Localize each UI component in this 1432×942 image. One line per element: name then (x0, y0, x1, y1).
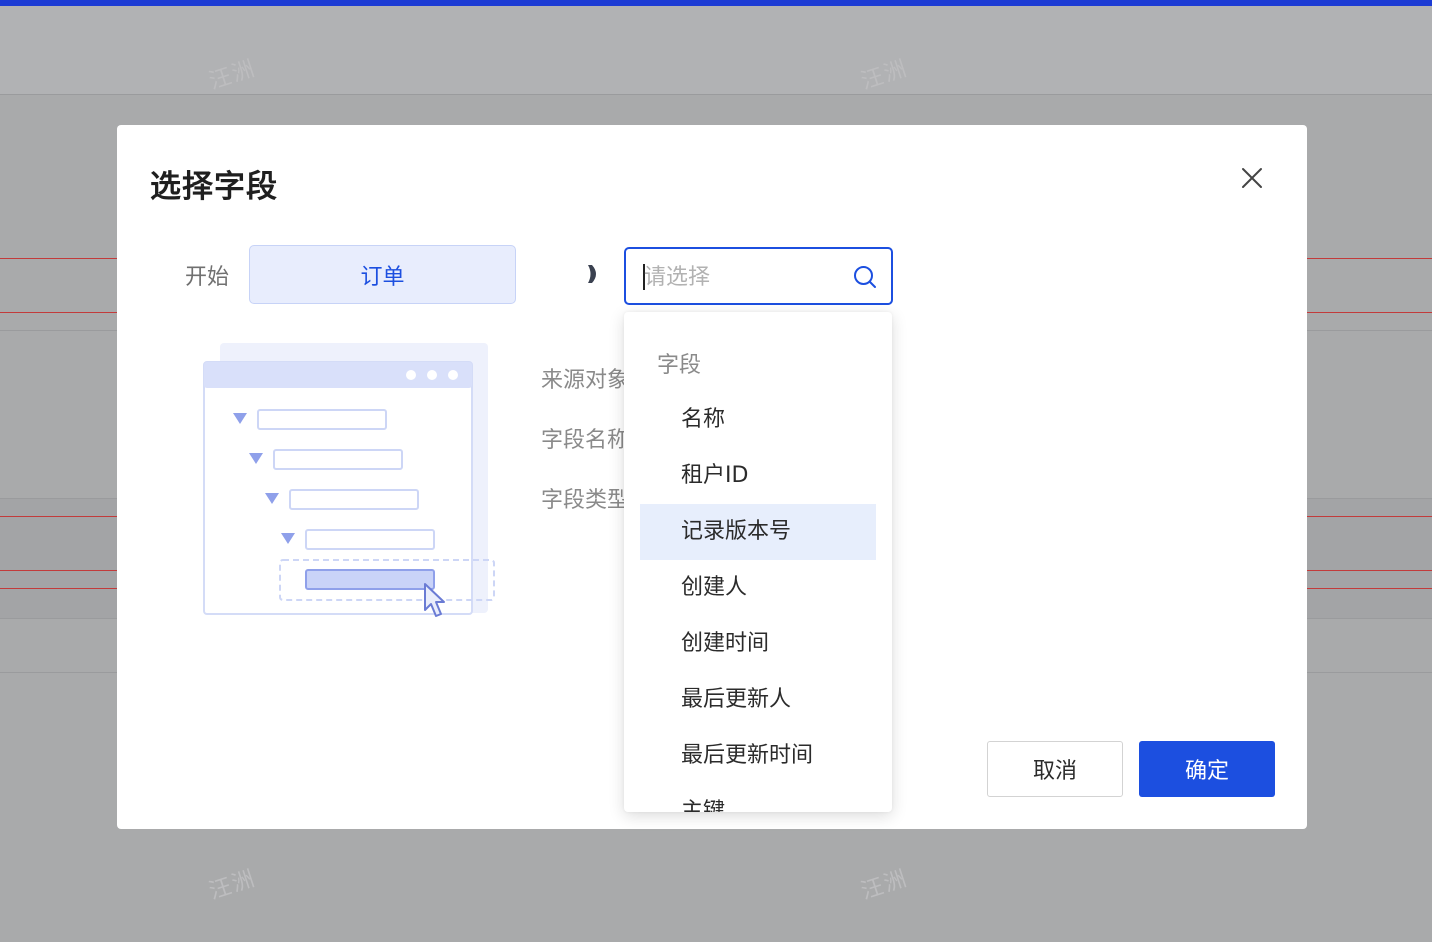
dropdown-item[interactable]: 租户ID (640, 448, 876, 504)
info-label-field-name: 字段名称 (541, 428, 630, 453)
start-label: 开始 (185, 265, 230, 290)
cancel-button[interactable]: 取消 (987, 741, 1123, 797)
dropdown-item[interactable]: 主键 (640, 784, 876, 812)
dropdown-item[interactable]: 名称 (640, 392, 876, 448)
close-button[interactable] (1237, 163, 1267, 193)
confirm-button[interactable]: 确定 (1139, 741, 1275, 797)
dialog-title: 选择字段 (150, 169, 278, 205)
start-object-chip: 订单 (249, 245, 516, 304)
start-object-value: 订单 (360, 264, 405, 290)
field-search-input[interactable] (644, 261, 844, 293)
dropdown-item[interactable]: 创建人 (640, 560, 876, 616)
info-label-source-object: 来源对象 (541, 368, 630, 393)
dropdown-item[interactable]: 创建时间 (640, 616, 876, 672)
dropdown-item[interactable]: 最后更新人 (640, 672, 876, 728)
field-select[interactable] (624, 247, 893, 305)
search-icon[interactable] (852, 264, 878, 290)
dropdown-item[interactable]: 最后更新时间 (640, 728, 876, 784)
dropdown-group-label: 字段 (657, 353, 702, 378)
field-dropdown: 字段 名称 租户ID 记录版本号 创建人 创建时间 最后更新人 最后更新时间 主… (624, 312, 892, 812)
tree-illustration (203, 343, 495, 617)
close-icon (1242, 168, 1262, 188)
path-arrow-icon (588, 265, 596, 283)
dropdown-item-active[interactable]: 记录版本号 (640, 504, 876, 560)
select-field-dialog: 选择字段 开始 订单 来 (117, 125, 1307, 829)
info-label-field-type: 字段类型 (541, 488, 630, 513)
